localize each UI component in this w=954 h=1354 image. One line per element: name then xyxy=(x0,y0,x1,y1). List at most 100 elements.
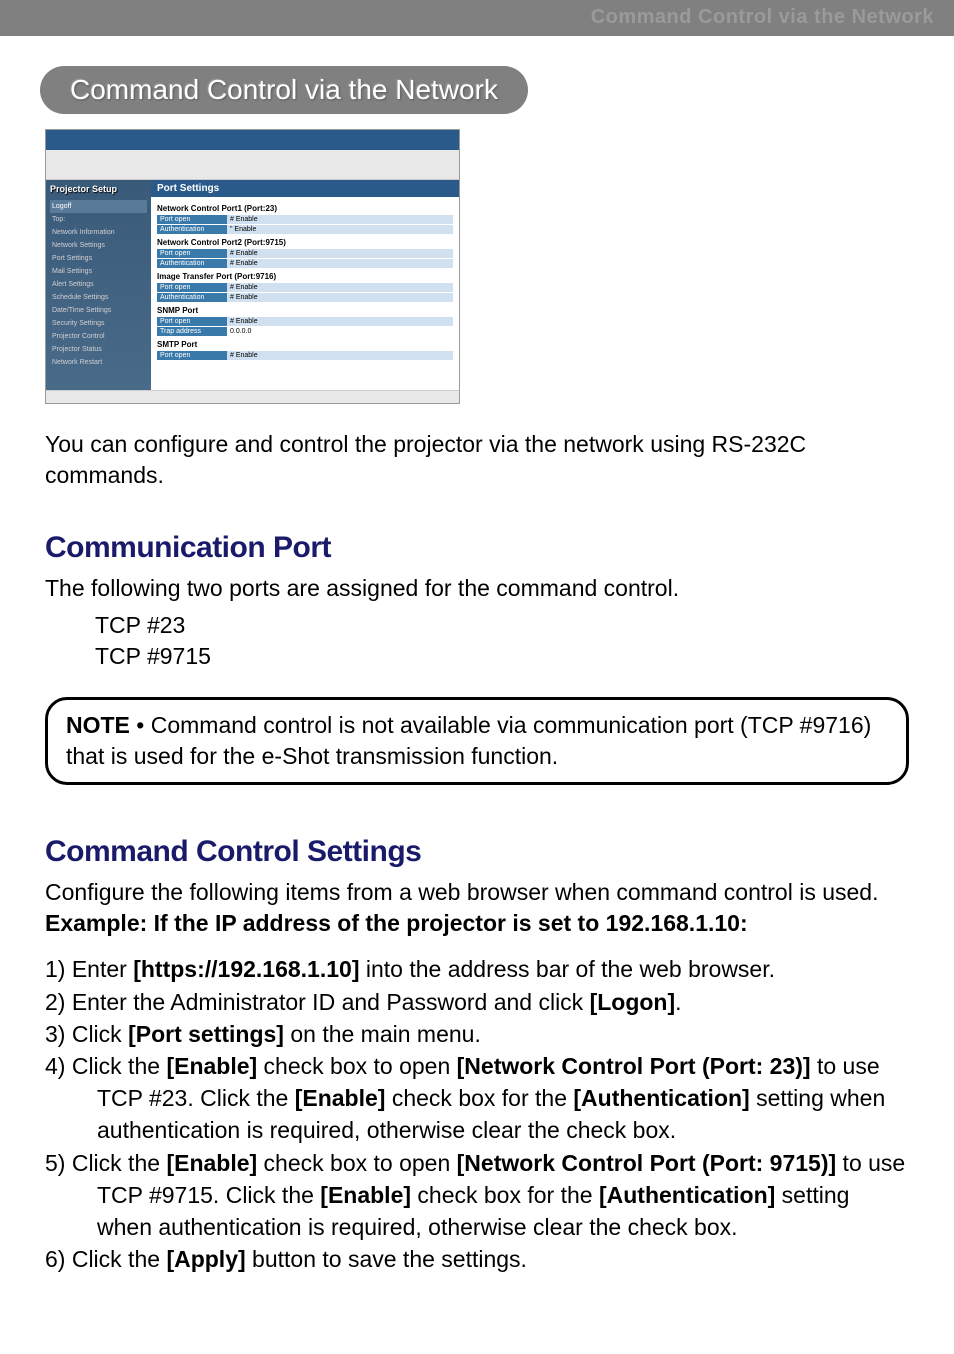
thumb-row: Port open # Enable xyxy=(157,215,453,224)
thumb-cell-value: # Enable xyxy=(227,351,453,360)
thumb-section-label: Image Transfer Port (Port:9716) xyxy=(157,272,453,281)
thumb-sidebar-item: Logoff xyxy=(50,200,147,213)
step-text: . xyxy=(675,989,681,1015)
step-text: 2) Enter the Administrator ID and Passwo… xyxy=(45,989,590,1015)
section-heading-communication-port: Communication Port xyxy=(45,531,909,565)
thumb-sidebar-item: Port Settings xyxy=(50,252,147,265)
thumb-cell-label: Port open xyxy=(157,283,227,292)
thumb-sidebar-item: Security Settings xyxy=(50,317,147,330)
thumb-row: Authentication " Enable xyxy=(157,225,453,234)
pill-heading: Command Control via the Network xyxy=(40,66,528,114)
thumb-cell-value: # Enable xyxy=(227,215,453,224)
step-2: 2) Enter the Administrator ID and Passwo… xyxy=(45,986,909,1018)
thumb-sidebar-title: Projector Setup xyxy=(50,184,147,194)
step-bold: [https://192.168.1.10] xyxy=(133,956,359,982)
thumb-sidebar: Projector Setup Logoff Top: Network Info… xyxy=(46,180,151,390)
step-text: check box for the xyxy=(385,1085,573,1111)
thumb-row: Port open # Enable xyxy=(157,351,453,360)
step-text: check box to open xyxy=(257,1150,456,1176)
thumb-cell-label: Authentication xyxy=(157,225,227,234)
thumb-section-label: Network Control Port1 (Port:23) xyxy=(157,204,453,213)
thumb-cell-label: Port open xyxy=(157,351,227,360)
step-text: 5) Click the xyxy=(45,1150,166,1176)
intro-paragraph: You can configure and control the projec… xyxy=(45,429,909,491)
note-label: NOTE xyxy=(66,712,130,738)
step-text: button to save the settings. xyxy=(246,1246,527,1272)
step-text: into the address bar of the web browser. xyxy=(359,956,775,982)
thumb-cell-value: " Enable xyxy=(227,225,453,234)
thumb-sidebar-item: Mail Settings xyxy=(50,265,147,278)
tcp-port-23: TCP #23 xyxy=(95,610,909,641)
thumb-row: Port open # Enable xyxy=(157,283,453,292)
comm-port-text: The following two ports are assigned for… xyxy=(45,573,909,604)
settings-intro: Configure the following items from a web… xyxy=(45,877,909,939)
step-bold: [Enable] xyxy=(166,1053,257,1079)
step-bold: [Enable] xyxy=(295,1085,386,1111)
thumb-cell-label: Trap address xyxy=(157,327,227,336)
thumb-titlebar xyxy=(46,130,459,150)
step-text: 1) Enter xyxy=(45,956,133,982)
settings-screenshot-thumb: Projector Setup Logoff Top: Network Info… xyxy=(45,129,460,404)
step-bold: [Network Control Port (Port: 23)] xyxy=(457,1053,811,1079)
thumb-section: Network Control Port1 (Port:23) Port ope… xyxy=(151,197,459,364)
thumb-sidebar-item: Network Settings xyxy=(50,239,147,252)
thumb-section-label: SMTP Port xyxy=(157,340,453,349)
thumb-row: Trap address 0.0.0.0 xyxy=(157,327,453,336)
thumb-row: Port open # Enable xyxy=(157,317,453,326)
thumb-cell-label: Authentication xyxy=(157,293,227,302)
thumb-sidebar-item: Alert Settings xyxy=(50,278,147,291)
note-box: NOTE • Command control is not available … xyxy=(45,697,909,785)
thumb-sidebar-item: Network Restart xyxy=(50,356,147,369)
note-text: • Command control is not available via c… xyxy=(66,712,871,769)
thumb-sidebar-item: Date/Time Settings xyxy=(50,304,147,317)
page-content: Command Control via the Network Projecto… xyxy=(0,36,954,1305)
thumb-sidebar-item: Network Information xyxy=(50,226,147,239)
thumb-cell-label: Authentication xyxy=(157,259,227,268)
tcp-port-9715: TCP #9715 xyxy=(95,641,909,672)
thumb-row: Port open # Enable xyxy=(157,249,453,258)
step-1: 1) Enter [https://192.168.1.10] into the… xyxy=(45,953,909,985)
thumb-section-label: SNMP Port xyxy=(157,306,453,315)
step-bold: [Port settings] xyxy=(128,1021,284,1047)
thumb-row: Authentication # Enable xyxy=(157,293,453,302)
step-bold: [Logon] xyxy=(590,989,676,1015)
step-bold: [Network Control Port (Port: 9715)] xyxy=(457,1150,837,1176)
step-text: 6) Click the xyxy=(45,1246,166,1272)
step-6: 6) Click the [Apply] button to save the … xyxy=(45,1243,909,1275)
thumb-cell-label: Port open xyxy=(157,215,227,224)
step-text: on the main menu. xyxy=(284,1021,481,1047)
header-bar: Command Control via the Network xyxy=(0,0,954,36)
example-label: Example: If the IP address of the projec… xyxy=(45,910,748,936)
step-bold: [Apply] xyxy=(166,1246,245,1272)
settings-intro-text: Configure the following items from a web… xyxy=(45,879,879,905)
step-text: 4) Click the xyxy=(45,1053,166,1079)
steps-list: 1) Enter [https://192.168.1.10] into the… xyxy=(45,953,909,1275)
section-heading-command-control-settings: Command Control Settings xyxy=(45,835,909,869)
thumb-cell-value: # Enable xyxy=(227,293,453,302)
step-bold: [Enable] xyxy=(166,1150,257,1176)
thumb-cell-label: Port open xyxy=(157,317,227,326)
thumb-row: Authentication # Enable xyxy=(157,259,453,268)
thumb-cell-value: # Enable xyxy=(227,249,453,258)
thumb-cell-value: # Enable xyxy=(227,317,453,326)
thumb-cell-value: 0.0.0.0 xyxy=(227,327,453,336)
step-text: check box for the xyxy=(411,1182,599,1208)
thumb-toolbar xyxy=(46,150,459,180)
thumb-sidebar-item: Top: xyxy=(50,213,147,226)
thumb-cell-label: Port open xyxy=(157,249,227,258)
thumb-sidebar-item: Projector Status xyxy=(50,343,147,356)
thumb-footer xyxy=(46,390,459,404)
thumb-main: Port Settings Network Control Port1 (Por… xyxy=(151,180,459,390)
thumb-sidebar-item: Schedule Settings xyxy=(50,291,147,304)
thumb-main-header: Port Settings xyxy=(151,180,459,197)
step-5: 5) Click the [Enable] check box to open … xyxy=(45,1147,909,1244)
step-3: 3) Click [Port settings] on the main men… xyxy=(45,1018,909,1050)
step-bold: [Authentication] xyxy=(573,1085,749,1111)
step-bold: [Enable] xyxy=(320,1182,411,1208)
step-text: 3) Click xyxy=(45,1021,128,1047)
thumb-section-label: Network Control Port2 (Port:9715) xyxy=(157,238,453,247)
thumb-cell-value: # Enable xyxy=(227,283,453,292)
thumb-sidebar-item: Projector Control xyxy=(50,330,147,343)
step-text: check box to open xyxy=(257,1053,456,1079)
thumb-cell-value: # Enable xyxy=(227,259,453,268)
